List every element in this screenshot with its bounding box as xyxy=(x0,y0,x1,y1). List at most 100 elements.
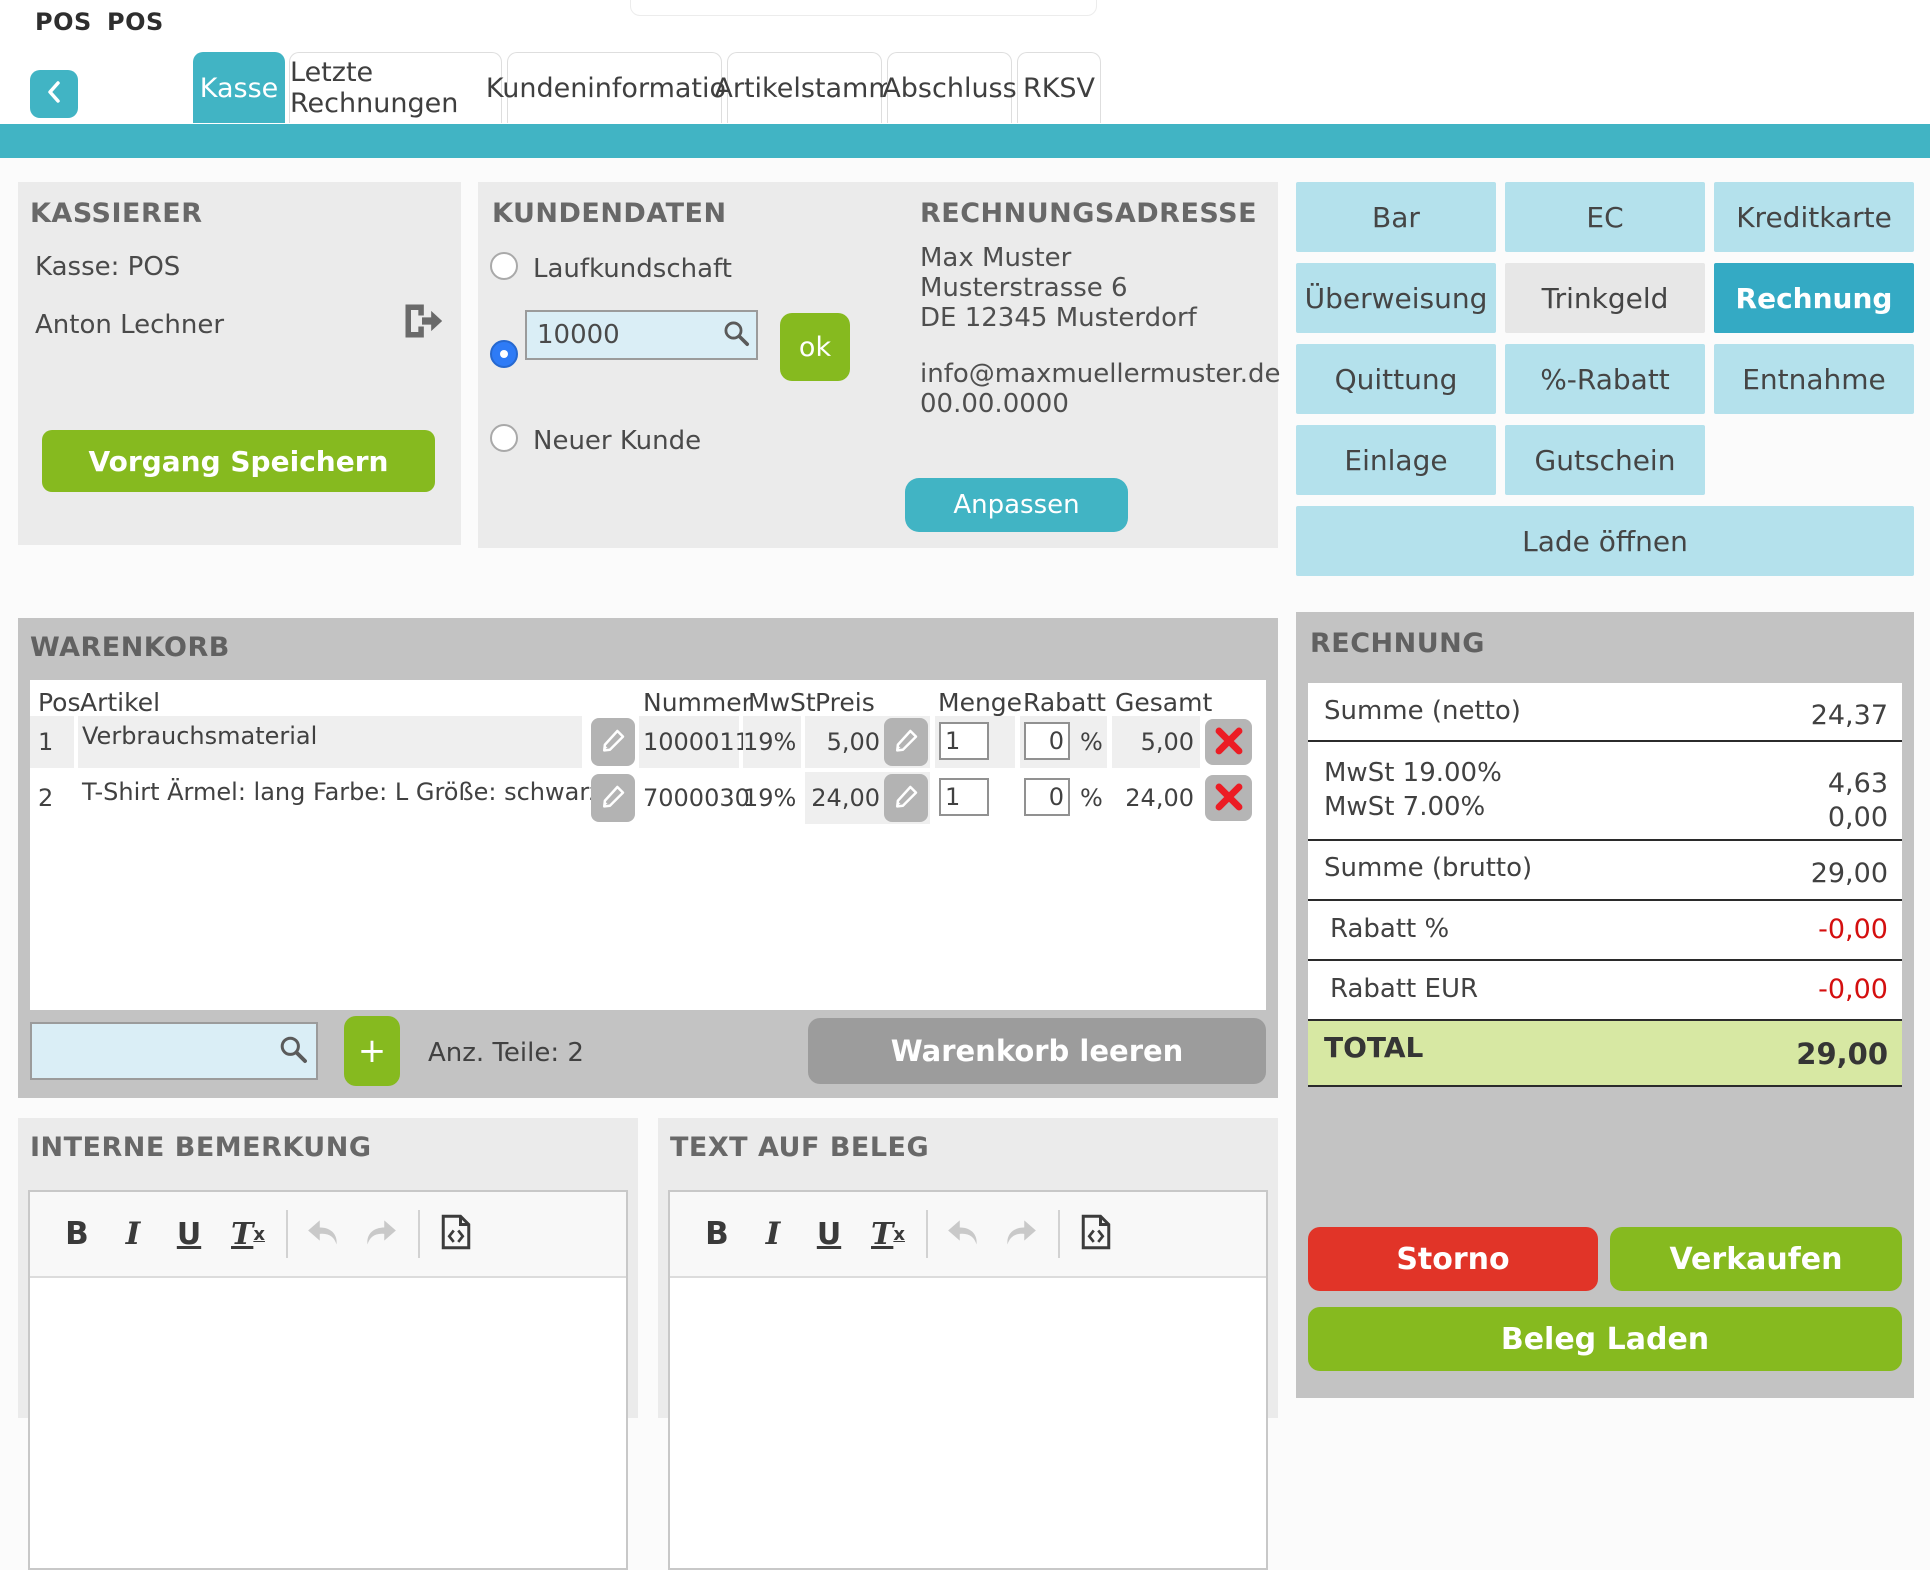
edit-article-button[interactable] xyxy=(591,774,635,822)
pay-kreditkarte-button[interactable]: Kreditkarte xyxy=(1714,182,1914,252)
percent-sign: % xyxy=(1080,772,1103,824)
clear-cart-button[interactable]: Warenkorb leeren xyxy=(808,1018,1266,1084)
pay-rabatt-button[interactable]: %-Rabatt xyxy=(1505,344,1705,414)
bold-button[interactable]: B xyxy=(54,1192,100,1276)
kassierer-title: KASSIERER xyxy=(30,198,203,229)
internal-note-textarea[interactable] xyxy=(30,1278,626,1568)
kassierer-panel: KASSIERER Kasse: POS Anton Lechner Vorga… xyxy=(18,182,461,545)
source-code-icon xyxy=(441,1214,471,1254)
app-header: POS POS Kasse Letzte Rechnungen Kundenin… xyxy=(0,0,1930,124)
tab-letzte-rechnungen[interactable]: Letzte Rechnungen xyxy=(289,52,502,123)
vat19-value: 4,63 xyxy=(1828,768,1888,799)
pay-trinkgeld-button[interactable]: Trinkgeld xyxy=(1505,263,1705,333)
editor-toolbar: B I U Tx xyxy=(30,1192,626,1278)
tab-label: Artikelstamm xyxy=(714,73,894,104)
receipt-text-textarea[interactable] xyxy=(670,1278,1266,1568)
undo-button[interactable] xyxy=(938,1192,990,1276)
pay-rechnung-button[interactable]: Rechnung xyxy=(1714,263,1914,333)
logout-icon[interactable] xyxy=(400,300,444,346)
remove-format-button[interactable]: Tx xyxy=(862,1192,914,1276)
discount-input[interactable] xyxy=(1024,722,1070,760)
remove-format-button[interactable]: Tx xyxy=(222,1192,274,1276)
redo-button[interactable] xyxy=(994,1192,1046,1276)
save-transaction-button[interactable]: Vorgang Speichern xyxy=(42,430,435,492)
delete-row-button[interactable] xyxy=(1205,775,1252,821)
pencil-icon xyxy=(598,744,628,759)
radio-neuer-kunde[interactable] xyxy=(490,424,518,452)
tab-label: Abschluss xyxy=(882,73,1016,104)
col-mwst: MwSt xyxy=(748,688,816,717)
open-drawer-button[interactable]: Lade öffnen xyxy=(1296,506,1914,576)
source-button[interactable] xyxy=(430,1192,482,1276)
netto-label: Summe (netto) xyxy=(1324,696,1521,726)
add-article-button[interactable]: + xyxy=(344,1016,400,1086)
undo-icon xyxy=(306,1216,342,1252)
col-artikel: Artikel xyxy=(80,688,160,717)
address-email: info@maxmuellermuster.de xyxy=(920,360,1281,388)
pay-einlage-button[interactable]: Einlage xyxy=(1296,425,1496,495)
accent-bar xyxy=(0,124,1930,158)
qty-input[interactable] xyxy=(939,722,989,760)
tab-rksv[interactable]: RKSV xyxy=(1017,52,1101,123)
vat19-label: MwSt 19.00% xyxy=(1324,758,1502,788)
bold-button[interactable]: B xyxy=(694,1192,740,1276)
price-value: 5,00 xyxy=(827,716,880,768)
discount-input[interactable] xyxy=(1024,778,1070,816)
pay-ueberweisung-button[interactable]: Überweisung xyxy=(1296,263,1496,333)
radio-kundennummer[interactable] xyxy=(490,340,518,368)
total-row: TOTAL 29,00 xyxy=(1308,1021,1902,1087)
pay-ec-button[interactable]: EC xyxy=(1505,182,1705,252)
redo-icon xyxy=(1002,1216,1038,1252)
edit-price-button[interactable] xyxy=(884,718,928,766)
col-pos: Pos xyxy=(38,688,81,717)
cell-pos: 1 xyxy=(30,716,74,768)
address-city: DE 12345 Musterdorf xyxy=(920,304,1197,332)
discount-eur-label: Rabatt EUR xyxy=(1330,974,1478,1004)
pay-bar-button[interactable]: Bar xyxy=(1296,182,1496,252)
discount-pct-value: -0,00 xyxy=(1818,914,1888,945)
redo-icon xyxy=(362,1216,398,1252)
cashier-name: Anton Lechner xyxy=(35,310,224,340)
qty-input[interactable] xyxy=(939,778,989,816)
article-search-input[interactable] xyxy=(30,1022,318,1080)
internal-note-editor: B I U Tx xyxy=(28,1190,628,1570)
cart-title: WARENKORB xyxy=(30,632,230,663)
redo-button[interactable] xyxy=(354,1192,406,1276)
remove-format-glyph: T xyxy=(231,1217,253,1252)
chevron-left-icon xyxy=(43,79,65,109)
cell-total: 24,00 xyxy=(1112,772,1200,824)
cell-pos: 2 xyxy=(30,772,74,824)
cell-discount: % xyxy=(1020,772,1107,824)
load-receipt-button[interactable]: Beleg Laden xyxy=(1308,1307,1902,1371)
vat-row: MwSt 19.00% MwSt 7.00% 4,63 0,00 xyxy=(1308,742,1902,841)
italic-button[interactable]: I xyxy=(110,1192,156,1276)
edit-price-button[interactable] xyxy=(884,774,928,822)
back-button[interactable] xyxy=(30,70,78,118)
address-name: Max Muster xyxy=(920,244,1071,272)
pay-gutschein-button[interactable]: Gutschein xyxy=(1505,425,1705,495)
radio-laufkundschaft[interactable] xyxy=(490,252,518,280)
delete-row-button[interactable] xyxy=(1205,719,1252,765)
tab-kasse[interactable]: Kasse xyxy=(193,52,285,123)
pay-quittung-button[interactable]: Quittung xyxy=(1296,344,1496,414)
ok-button[interactable]: ok xyxy=(780,313,850,381)
cart-table: Pos Artikel Nummer MwSt Preis Menge Raba… xyxy=(30,680,1266,1010)
tab-artikelstamm[interactable]: Artikelstamm xyxy=(727,52,882,123)
sell-button[interactable]: Verkaufen xyxy=(1610,1227,1902,1291)
toolbar-divider xyxy=(286,1210,288,1258)
brutto-label: Summe (brutto) xyxy=(1324,853,1532,883)
edit-address-button[interactable]: Anpassen xyxy=(905,478,1128,532)
undo-button[interactable] xyxy=(298,1192,350,1276)
italic-button[interactable]: I xyxy=(750,1192,796,1276)
netto-value: 24,37 xyxy=(1811,700,1888,731)
kundendaten-panel: KUNDENDATEN Laufkundschaft ok Neuer Kund… xyxy=(478,182,1278,548)
underline-button[interactable]: U xyxy=(806,1192,852,1276)
netto-row: Summe (netto) 24,37 xyxy=(1308,683,1902,742)
tab-kundeninformation[interactable]: Kundeninformation xyxy=(507,52,722,123)
pay-entnahme-button[interactable]: Entnahme xyxy=(1714,344,1914,414)
storno-button[interactable]: Storno xyxy=(1308,1227,1598,1291)
underline-button[interactable]: U xyxy=(166,1192,212,1276)
edit-article-button[interactable] xyxy=(591,718,635,766)
tab-abschluss[interactable]: Abschluss xyxy=(887,52,1012,123)
source-button[interactable] xyxy=(1070,1192,1122,1276)
